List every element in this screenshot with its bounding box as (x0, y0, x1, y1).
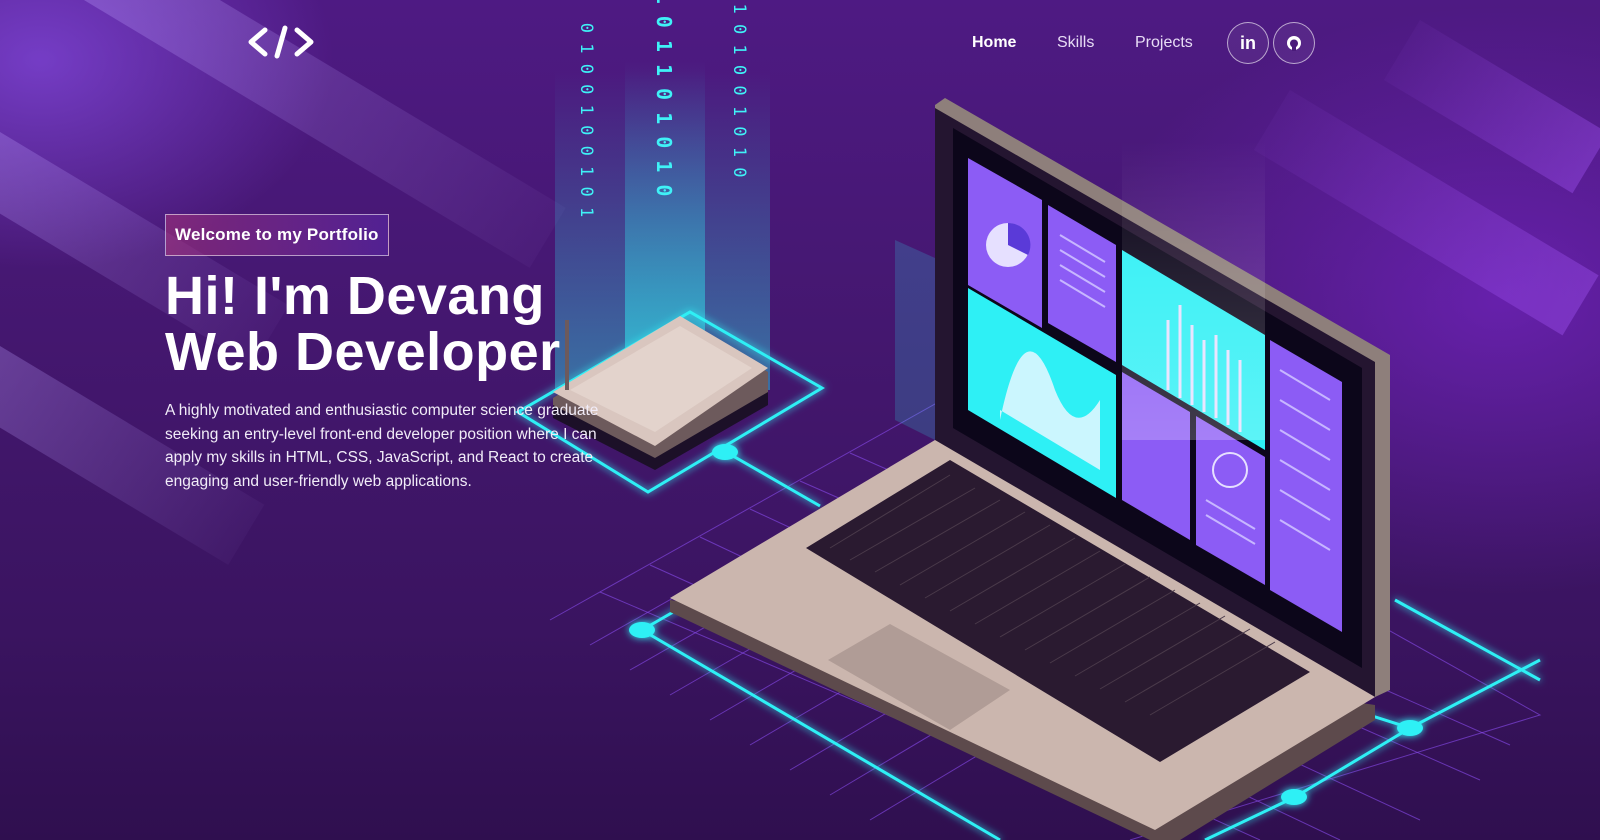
hero-description: A highly motivated and enthusiastic comp… (165, 402, 599, 490)
hero-headline: Hi! I'm Devang Web Developer (165, 268, 561, 380)
binary-column-left: 0 1 0 0 1 0 0 1 0 1 (576, 23, 596, 217)
nav-link-home[interactable]: Home (972, 34, 1016, 52)
nav-link-skills[interactable]: Skills (1057, 34, 1094, 52)
headline-greeting: Hi! I'm Devang (165, 266, 545, 326)
headline-role: Web Developer (165, 322, 561, 382)
nav-link-projects[interactable]: Projects (1135, 34, 1193, 52)
code-brackets-icon (248, 25, 314, 59)
github-icon (1287, 36, 1301, 51)
binary-column-right: 0 0 1 0 1 0 0 1 0 1 0 (729, 0, 749, 177)
linkedin-icon: in (1240, 32, 1256, 53)
linkedin-button[interactable]: in (1227, 22, 1269, 64)
github-button[interactable] (1273, 22, 1315, 64)
binary-column-center: 1 0 1 0 1 1 0 1 0 1 0 (652, 0, 676, 196)
logo[interactable] (247, 24, 315, 60)
welcome-badge: Welcome to my Portfolio (165, 214, 389, 256)
